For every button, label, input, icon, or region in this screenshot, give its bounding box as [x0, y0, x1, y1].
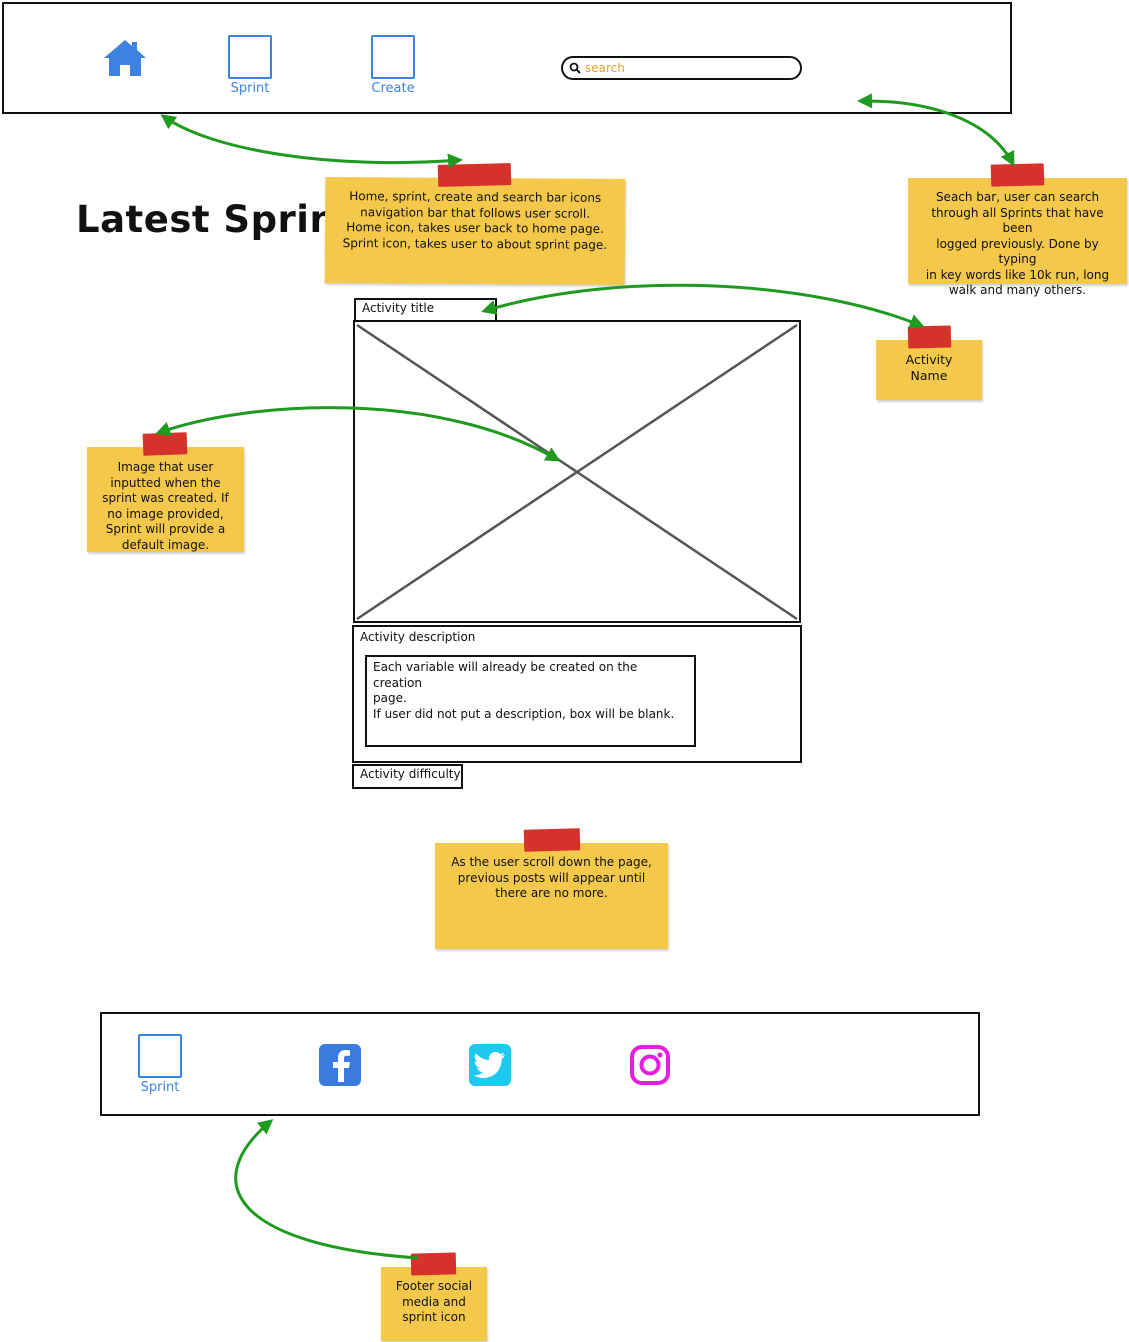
note-activity-name: Activity Name: [876, 340, 982, 400]
activity-difficulty: Activity difficulty: [352, 764, 463, 789]
note-tape: [142, 432, 188, 456]
note-search: Seach bar, user can search through all S…: [908, 178, 1127, 297]
note-image: Image that user inputted when the sprint…: [87, 447, 244, 552]
search-icon: [569, 62, 581, 74]
activity-description-text: Each variable will already be created on…: [365, 655, 696, 747]
create-icon: [371, 35, 415, 79]
arrow-navbar-note: [160, 114, 463, 169]
footer-sprint[interactable]: Sprint: [138, 1034, 182, 1095]
activity-description-panel: Activity description Each variable will …: [352, 625, 802, 763]
image-placeholder-icon: [356, 323, 798, 621]
note-navbar-text: Home, sprint, create and search bar icon…: [342, 189, 608, 252]
sprint-icon: [138, 1034, 182, 1078]
note-tape: [410, 1252, 457, 1276]
twitter-icon[interactable]: [469, 1044, 511, 1086]
note-tape: [437, 163, 512, 187]
note-navbar: Home, sprint, create and search bar icon…: [324, 176, 626, 286]
nav-create[interactable]: Create: [371, 35, 415, 96]
note-footer-text: Footer social media and sprint icon: [395, 1279, 473, 1324]
note-tape: [990, 163, 1045, 187]
search-input[interactable]: [581, 61, 785, 75]
nav-home[interactable]: [102, 38, 148, 78]
facebook-icon[interactable]: [319, 1044, 361, 1086]
nav-create-label: Create: [371, 81, 415, 96]
note-scroll: As the user scroll down the page, previo…: [435, 843, 668, 949]
activity-title: Activity title: [354, 298, 497, 322]
footer-sprint-label: Sprint: [140, 1080, 180, 1095]
note-image-text: Image that user inputted when the sprint…: [102, 460, 229, 552]
note-scroll-text: As the user scroll down the page, previo…: [451, 855, 652, 900]
activity-image-placeholder: [353, 320, 801, 623]
instagram-icon[interactable]: [629, 1044, 671, 1086]
note-activity-name-text: Activity Name: [905, 352, 953, 383]
search-bar[interactable]: [561, 56, 802, 80]
note-footer: Footer social media and sprint icon: [381, 1267, 487, 1341]
nav-sprint[interactable]: Sprint: [228, 35, 272, 96]
sprint-icon: [228, 35, 272, 79]
activity-description-label: Activity description: [360, 630, 476, 644]
footer: Sprint: [100, 1012, 980, 1116]
nav-sprint-label: Sprint: [230, 81, 270, 96]
note-search-text: Seach bar, user can search through all S…: [925, 190, 1110, 297]
arrow-footer-note: [234, 1119, 419, 1260]
navbar: Sprint Create: [2, 2, 1012, 114]
page-title: Latest Sprint: [76, 198, 355, 241]
home-icon: [104, 40, 146, 76]
note-tape: [523, 828, 581, 852]
note-tape: [907, 325, 952, 349]
